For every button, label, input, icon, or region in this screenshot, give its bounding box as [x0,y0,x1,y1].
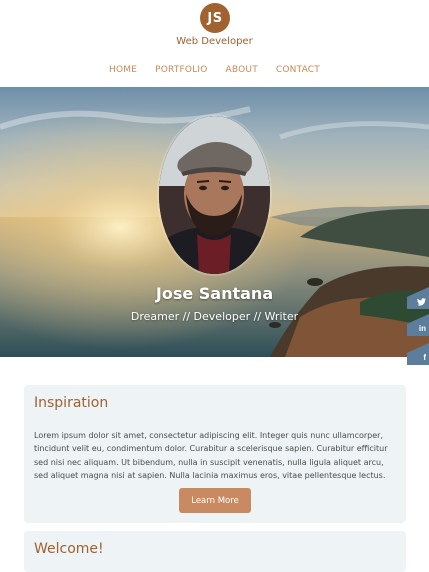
facebook-icon: f [423,353,426,362]
learn-more-button[interactable]: Learn More [179,488,251,513]
linkedin-icon: in [418,324,426,333]
inspiration-title: Inspiration [34,395,109,411]
site-tagline: Web Developer [176,36,253,47]
site-header: JS Web Developer HOME PORTFOLIO ABOUT CO… [0,0,429,87]
hero-name: Jose Santana [155,284,274,303]
nav-portfolio[interactable]: PORTFOLIO [155,65,207,75]
inspiration-text: Lorem ipsum dolor sit amet, consectetur … [34,431,388,481]
logo[interactable]: JS [200,3,230,33]
welcome-title: Welcome! [34,541,104,557]
nav-about[interactable]: ABOUT [226,65,258,75]
hero-banner: Jose Santana Dreamer // Developer // Wri… [0,87,429,357]
hero-subtitle: Dreamer // Developer // Writer [130,310,299,323]
main-nav: HOME PORTFOLIO ABOUT CONTACT [0,65,429,75]
twitter-icon [417,298,426,306]
profile-photo [159,116,270,274]
portrait-image [159,116,270,274]
inspiration-section: Inspiration Lorem ipsum dolor sit amet, … [24,385,406,523]
nav-contact[interactable]: CONTACT [276,65,320,75]
nav-home[interactable]: HOME [109,65,137,75]
welcome-section: Welcome! [24,531,406,572]
